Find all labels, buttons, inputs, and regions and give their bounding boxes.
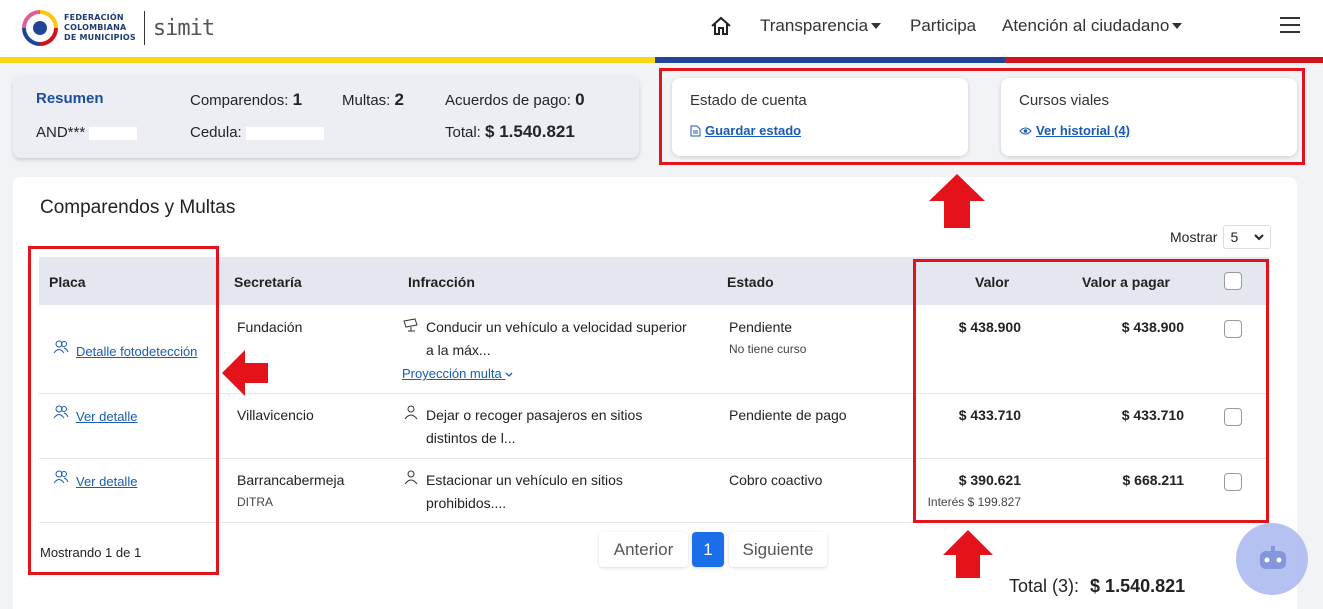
- chevron-down-icon: [1172, 23, 1183, 29]
- row1-secretaria: Fundación: [237, 319, 303, 335]
- col-estado: Estado: [727, 274, 774, 290]
- row2-infraccion-line2: distintos de l...: [426, 430, 516, 446]
- chevron-down-icon: [1254, 233, 1265, 240]
- row3-secretaria-sub: DITRA: [237, 495, 273, 509]
- row3-secretaria: Barrancabermeja: [237, 472, 345, 488]
- row1-infraccion-line2: a la máx...: [426, 342, 491, 358]
- simit-brand: simit: [152, 15, 215, 41]
- cedula: Cedula:: [190, 124, 324, 141]
- logo-text-line1: FEDERACIÓN: [64, 13, 124, 22]
- home-nav[interactable]: [710, 0, 732, 52]
- annotation-box-placa: [28, 246, 219, 575]
- logo-text-line3: DE MUNICIPIOS: [64, 33, 136, 42]
- acuerdos-label: Acuerdos de pago:: [445, 92, 571, 109]
- page-size-value: 5: [1230, 229, 1239, 245]
- arrow-left-icon: [222, 350, 268, 396]
- multas-value: 2: [394, 90, 404, 109]
- mostrar-label: Mostrar: [1170, 229, 1218, 245]
- grand-total-value: $ 1.540.821: [1090, 576, 1186, 596]
- multas-count: Multas: 2: [342, 90, 404, 110]
- flag-blue: [655, 57, 1005, 63]
- proyeccion-multa-text[interactable]: Proyección multa: [402, 366, 502, 381]
- summary-total-label: Total:: [445, 124, 481, 141]
- fcm-logo-icon: [22, 10, 58, 46]
- logo-text-line2: COLOMBIANA: [64, 23, 127, 32]
- col-infraccion: Infracción: [408, 274, 475, 290]
- logo-text: FEDERACIÓN COLOMBIANA DE MUNICIPIOS: [64, 13, 136, 43]
- camera-icon: [403, 318, 418, 332]
- summary-total-value: $ 1.540.821: [485, 122, 575, 141]
- chatbot-button[interactable]: [1236, 523, 1308, 595]
- logo[interactable]: FEDERACIÓN COLOMBIANA DE MUNICIPIOS simi…: [22, 4, 215, 52]
- pager-prev-button[interactable]: Anterior: [599, 532, 688, 567]
- redacted-name: [89, 126, 138, 140]
- summary-total: Total: $ 1.540.821: [445, 122, 575, 142]
- flag-red: [1005, 57, 1323, 63]
- summary-name: AND***: [36, 124, 138, 141]
- proyeccion-multa-link[interactable]: Proyección multa: [402, 366, 513, 381]
- summary-title: Resumen: [36, 90, 104, 107]
- comparendos-count: Comparendos: 1: [190, 90, 302, 110]
- robot-icon: [1260, 546, 1286, 569]
- nav-participa[interactable]: Participa: [910, 0, 976, 52]
- grand-total-label: Total (3):: [1009, 576, 1080, 596]
- nav-atencion[interactable]: Atención al ciudadano: [1002, 0, 1183, 52]
- nav-atencion-label[interactable]: Atención al ciudadano: [1002, 16, 1169, 36]
- comparendos-label: Comparendos:: [190, 92, 289, 109]
- summary-card: Resumen AND*** Comparendos: 1 Cedula: Mu…: [13, 76, 639, 158]
- row3-estado: Cobro coactivo: [729, 472, 823, 488]
- menu-icon[interactable]: [1280, 17, 1300, 33]
- row3-infraccion-line2: prohibidos....: [426, 495, 507, 511]
- page-size-select[interactable]: 5: [1223, 225, 1272, 249]
- row2-secretaria: Villavicencio: [237, 407, 314, 423]
- row1-estado: Pendiente: [729, 319, 793, 335]
- arrow-up-icon: [943, 530, 993, 578]
- annotation-box-valores: [913, 259, 1269, 523]
- home-icon[interactable]: [710, 16, 732, 36]
- comparendos-value: 1: [292, 90, 303, 109]
- row1-estado-sub: No tiene curso: [729, 342, 807, 356]
- arrow-up-icon: [929, 174, 985, 228]
- acuerdos-value: 0: [575, 90, 585, 109]
- row2-infraccion-line1: Dejar o recoger pasajeros en sitios: [426, 407, 643, 423]
- panel-title: Comparendos y Multas: [40, 197, 236, 218]
- top-header: FEDERACIÓN COLOMBIANA DE MUNICIPIOS simi…: [0, 0, 1323, 57]
- chevron-down-icon: [505, 372, 513, 377]
- chevron-down-icon: [871, 23, 882, 29]
- person-icon: [404, 470, 418, 485]
- mostrar-control: Mostrar 5: [1170, 225, 1272, 249]
- cedula-label: Cedula:: [190, 124, 242, 141]
- person-icon: [404, 405, 418, 420]
- acuerdos-count: Acuerdos de pago: 0: [445, 90, 585, 110]
- row1-infraccion-line1: Conducir un vehículo a velocidad superio…: [426, 319, 687, 335]
- pager-page-1[interactable]: 1: [692, 532, 724, 567]
- nav-transparencia[interactable]: Transparencia: [760, 0, 882, 52]
- row2-estado: Pendiente de pago: [729, 407, 847, 423]
- col-secretaria: Secretaría: [234, 274, 302, 290]
- grand-total: Total (3): $ 1.540.821: [1009, 576, 1185, 597]
- nav-transparencia-label[interactable]: Transparencia: [760, 16, 868, 36]
- multas-label: Multas:: [342, 92, 391, 109]
- row3-infraccion-line1: Estacionar un vehículo en sitios: [426, 472, 623, 488]
- flag-yellow: [0, 57, 655, 63]
- summary-name-text: AND***: [36, 124, 86, 141]
- redacted-cedula: [245, 126, 324, 140]
- pager-next-button[interactable]: Siguiente: [729, 532, 827, 567]
- logo-separator: [143, 11, 145, 45]
- nav-participa-label[interactable]: Participa: [910, 16, 976, 36]
- annotation-box-cards: [659, 68, 1305, 165]
